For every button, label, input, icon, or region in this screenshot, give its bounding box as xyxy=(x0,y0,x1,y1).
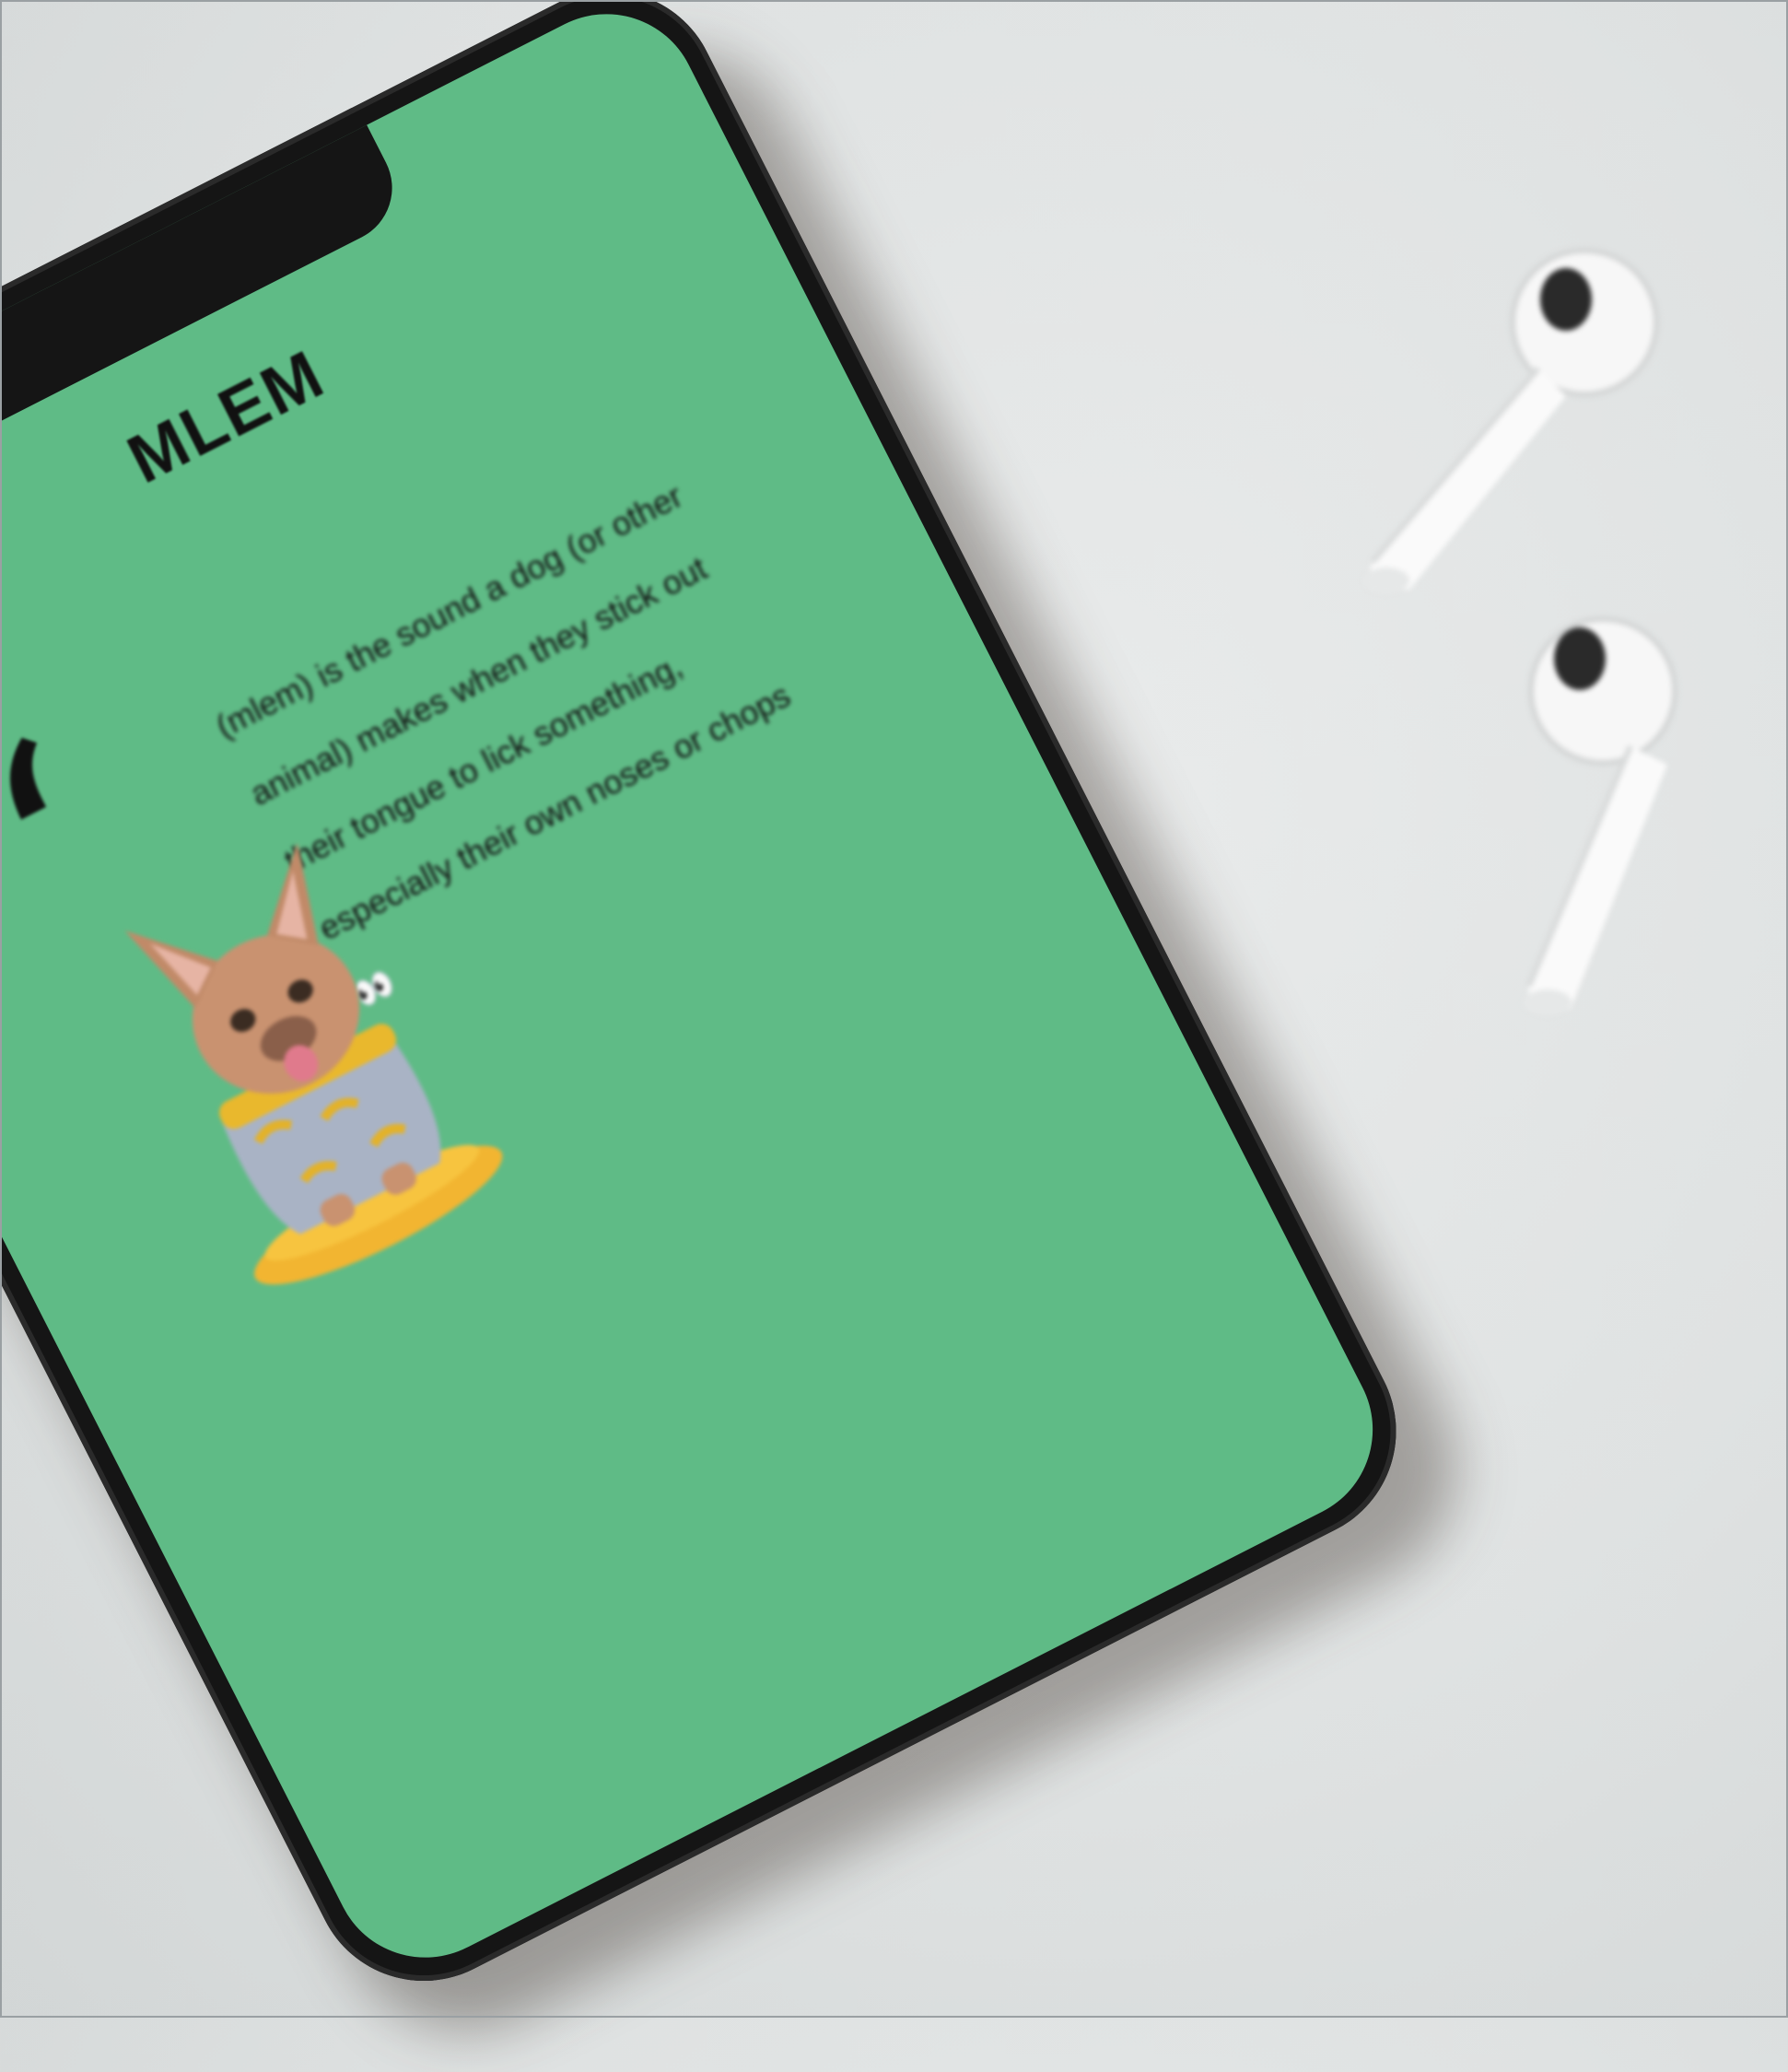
earbud-icon xyxy=(1363,248,1659,593)
photo-scene: MLEM m/ ective “ (mlem) is the sound a d… xyxy=(0,0,1788,2072)
earbud-icon xyxy=(1524,616,1677,1015)
